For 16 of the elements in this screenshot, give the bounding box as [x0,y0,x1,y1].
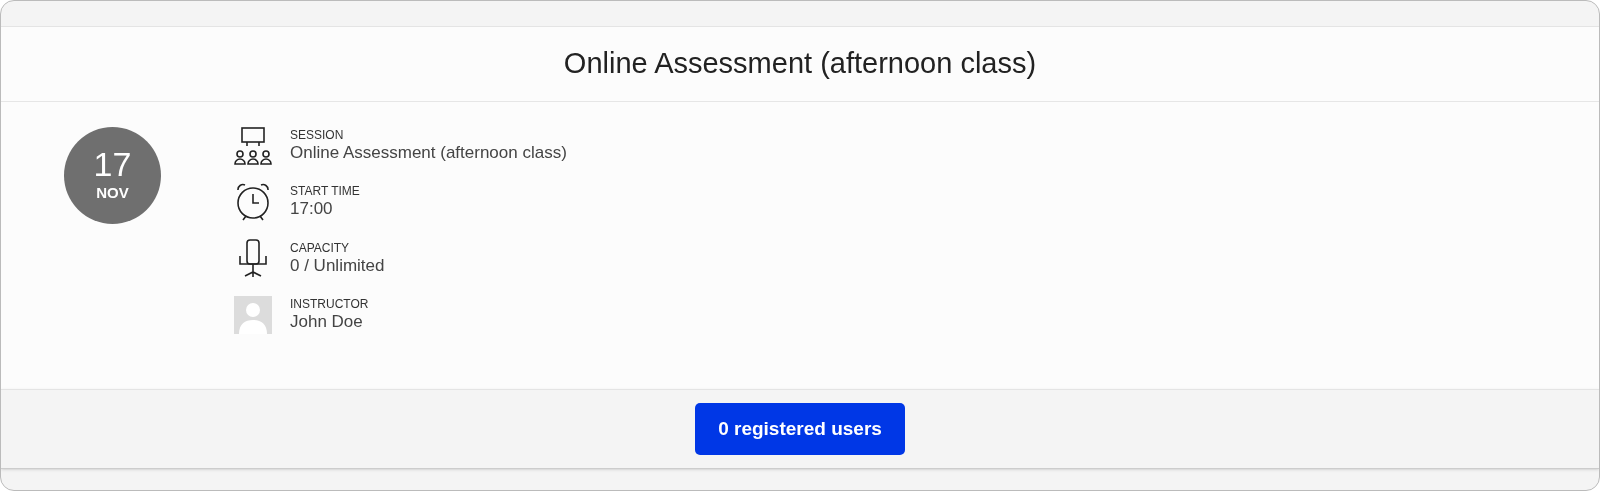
detail-label: INSTRUCTOR [290,297,369,311]
date-day: 17 [93,146,132,183]
alarm-clock-icon [234,182,272,222]
registered-users-button[interactable]: 0 registered users [695,403,905,455]
detail-label: SESSION [290,128,345,142]
office-chair-icon [237,239,269,279]
avatar-icon [234,296,272,334]
detail-label: START TIME [290,184,360,198]
date-month: NOV [96,183,129,204]
detail-value: John Doe [290,311,364,333]
detail-value: 0 / Unlimited [290,255,385,277]
detail-value: Online Assessment (afternoon class) [290,142,567,164]
detail-label: CAPACITY [290,241,351,255]
presentation-icon [234,127,272,165]
detail-value: 17:00 [290,198,334,220]
page-title: Online Assessment (afternoon class) [563,46,1037,82]
